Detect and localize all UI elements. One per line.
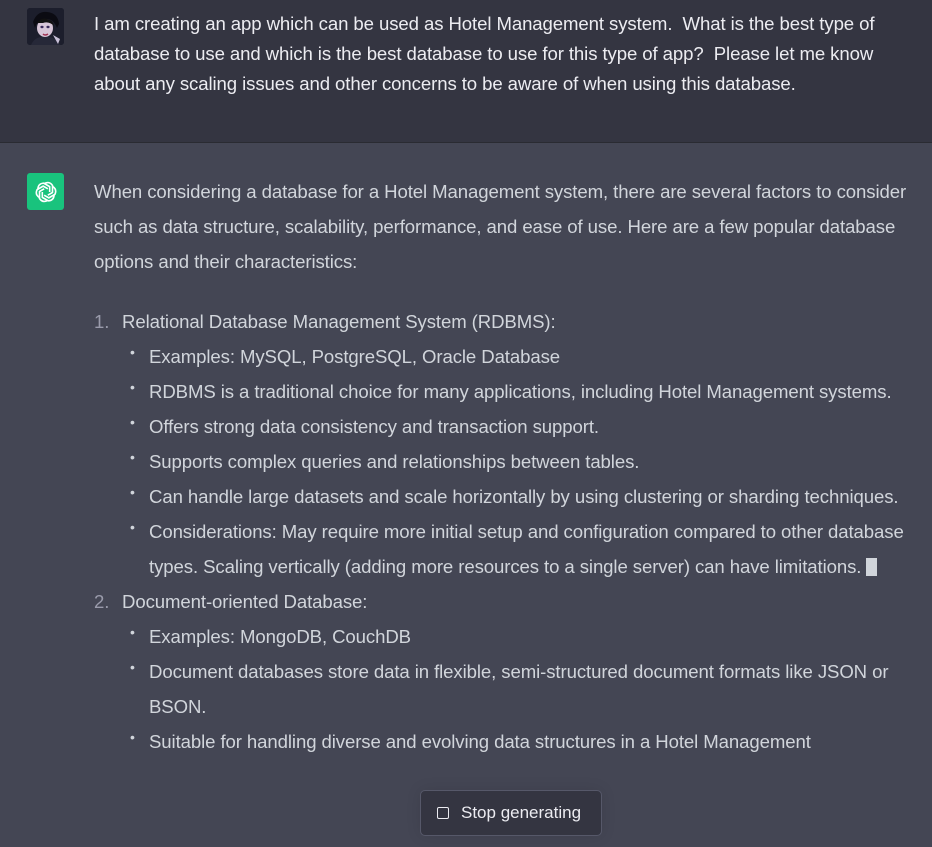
- list-number: 1.: [94, 311, 110, 332]
- bullet-text: Can handle large datasets and scale hori…: [149, 486, 899, 507]
- bullet-text: Examples: MySQL, PostgreSQL, Oracle Data…: [149, 346, 561, 367]
- bullet-text: Considerations: May require more initial…: [149, 521, 904, 577]
- option-title: Relational Database Management System (R…: [122, 311, 556, 332]
- bullet-text: Examples: MongoDB, CouchDB: [149, 626, 411, 647]
- bullet-icon: •: [130, 729, 135, 745]
- list-item: • Can handle large datasets and scale hor…: [122, 479, 914, 514]
- list-item: • Supports complex queries and relationsh…: [122, 444, 914, 479]
- list-item: • Document databases store data in flexib…: [122, 654, 914, 724]
- openai-logo-icon: [27, 173, 64, 210]
- bullet-icon: •: [130, 519, 135, 535]
- bullet-icon: •: [130, 379, 135, 395]
- list-number: 2.: [94, 591, 110, 612]
- list-item: • Offers strong data consistency and tran…: [122, 409, 914, 444]
- response-intro: When considering a database for a Hotel …: [94, 181, 907, 272]
- list-item: • Examples: MongoDB, CouchDB: [122, 619, 914, 654]
- bullet-list: • Examples: MongoDB, CouchDB • Document da…: [122, 619, 914, 759]
- bullet-text: Suitable for handling diverse and evolvi…: [149, 731, 811, 752]
- typing-cursor: [866, 558, 878, 576]
- bullet-text: RDBMS is a traditional choice for many a…: [149, 381, 892, 402]
- list-item: • Examples: MySQL, PostgreSQL, Oracle Dat…: [122, 339, 914, 374]
- option-title: Document-oriented Database:: [122, 591, 368, 612]
- list-item: 1. Relational Database Management System…: [94, 304, 914, 584]
- list-item: • RDBMS is a traditional choice for many …: [122, 374, 914, 409]
- user-avatar: [27, 8, 64, 45]
- user-message-text: I am creating an app which can be used a…: [94, 13, 880, 94]
- bullet-text: Offers strong data consistency and trans…: [149, 416, 599, 437]
- bullet-icon: •: [130, 659, 135, 675]
- database-options-list: 1. Relational Database Management System…: [94, 304, 914, 759]
- stop-generating-button[interactable]: Stop generating: [420, 790, 602, 836]
- list-item: • Suitable for handling diverse and evolv…: [122, 724, 914, 759]
- bullet-text: Supports complex queries and relationshi…: [149, 451, 640, 472]
- assistant-message: When considering a database for a Hotel …: [0, 143, 932, 847]
- bullet-list: • Examples: MySQL, PostgreSQL, Oracle Dat…: [122, 339, 914, 584]
- list-item: • Considerations: May require more initia…: [122, 514, 914, 584]
- bullet-text: Document databases store data in flexibl…: [149, 661, 889, 717]
- bullet-icon: •: [130, 344, 135, 360]
- bullet-icon: •: [130, 449, 135, 465]
- stop-generating-label: Stop generating: [461, 803, 582, 822]
- user-message: I am creating an app which can be used a…: [0, 0, 932, 143]
- assistant-response: When considering a database for a Hotel …: [94, 174, 914, 759]
- stop-icon: [437, 807, 449, 819]
- bullet-icon: •: [130, 484, 135, 500]
- list-item: 2. Document-oriented Database: • Examples…: [94, 584, 914, 759]
- bullet-icon: •: [130, 624, 135, 640]
- bullet-icon: •: [130, 414, 135, 430]
